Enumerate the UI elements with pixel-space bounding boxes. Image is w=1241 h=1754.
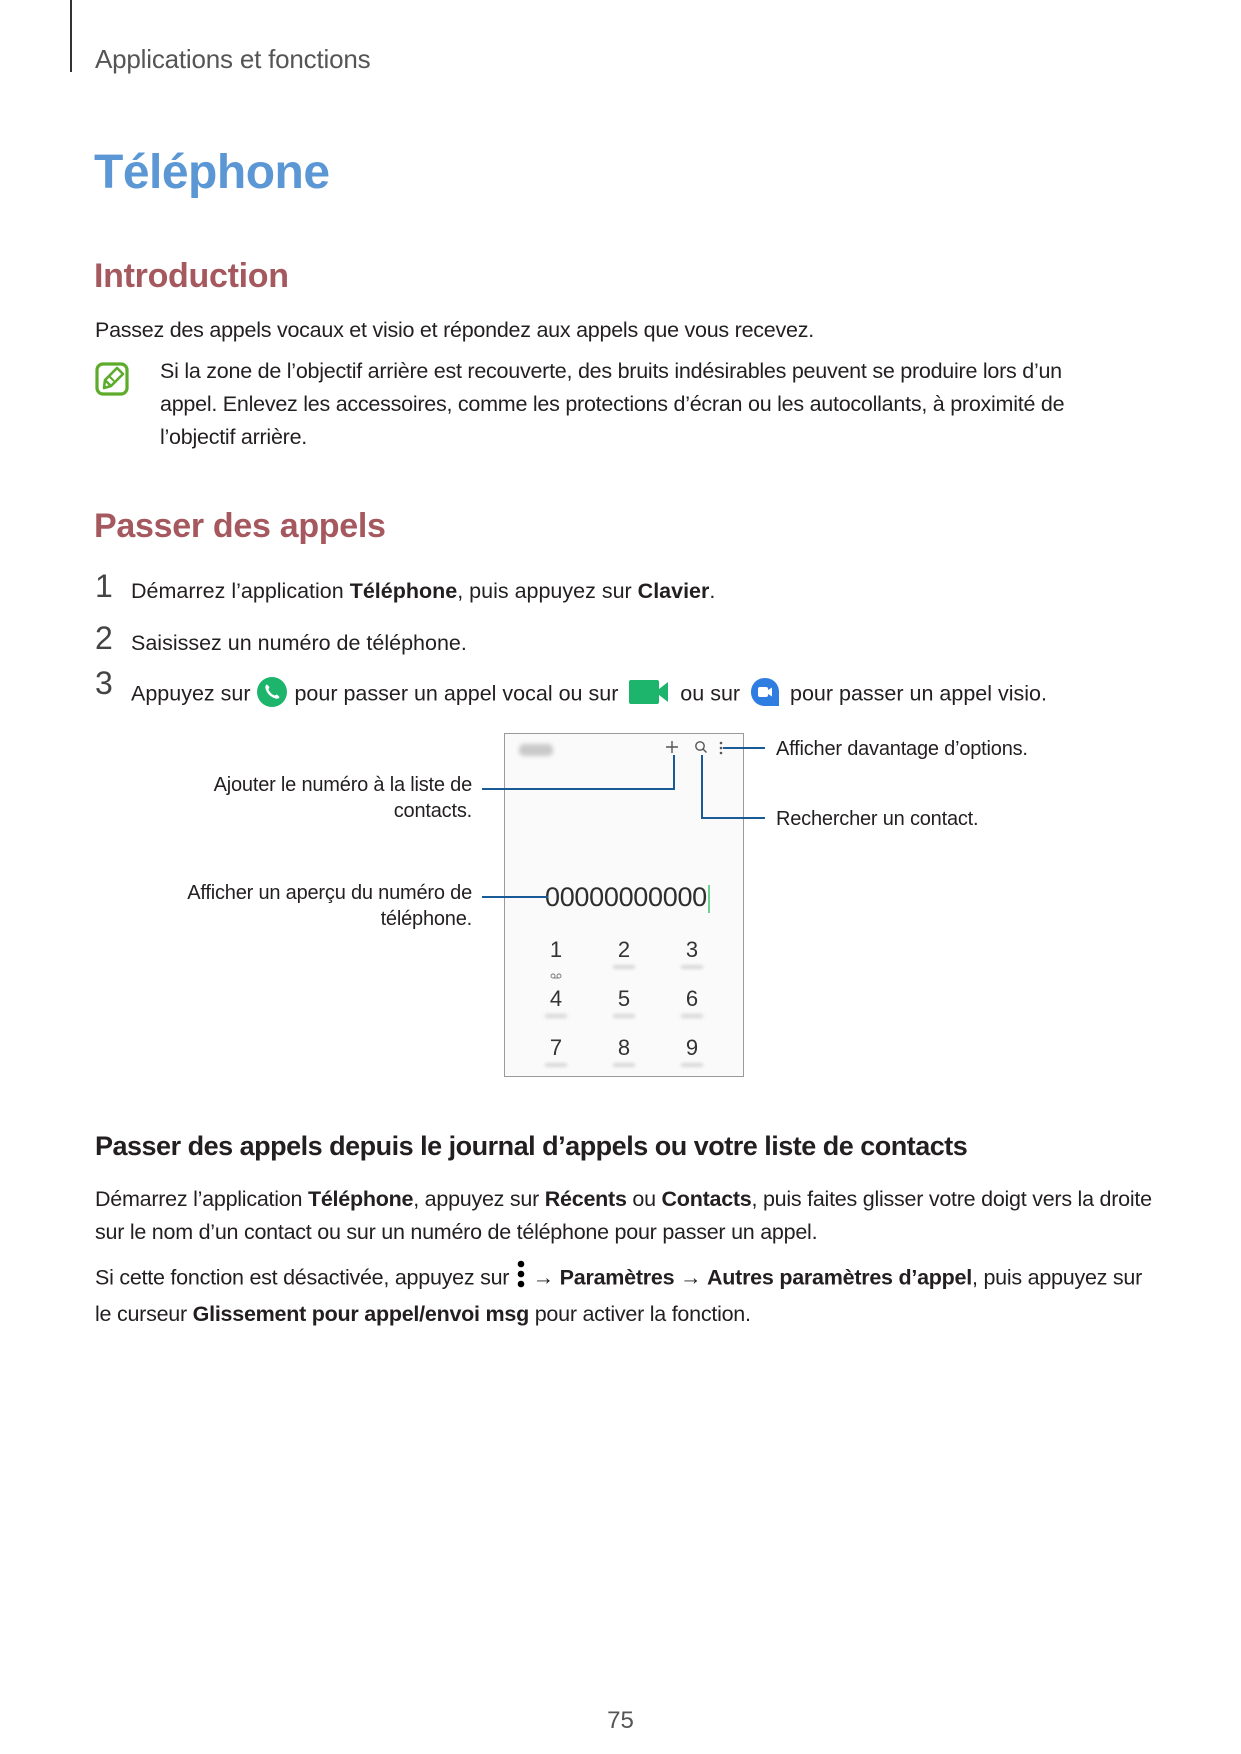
duo-video-icon — [750, 677, 780, 713]
step-1-text-part: . — [709, 579, 716, 603]
key-shadow — [545, 1014, 567, 1018]
key-6: 6 — [672, 986, 712, 1018]
step-3-text-part: pour passer un appel vocal ou sur — [288, 681, 625, 706]
step-2-number: 2 — [95, 620, 113, 656]
step-3-text-part: Appuyez sur — [131, 681, 257, 706]
introduction-heading: Introduction — [94, 257, 289, 295]
number-display: 00000000000 — [545, 882, 710, 913]
key-2-digit: 2 — [617, 937, 631, 962]
key-5: 5 — [604, 986, 644, 1018]
key-shadow — [681, 1063, 703, 1067]
passer-des-appels-heading: Passer des appels — [94, 507, 386, 545]
callout-preview-line2: téléphone. — [380, 908, 473, 930]
journal-section-heading: Passer des appels depuis le journal d’ap… — [95, 1131, 968, 1161]
key-9: 9 — [672, 1035, 712, 1067]
journal-paragraph-2: Si cette fonction est désactivée, appuye… — [95, 1260, 1155, 1331]
callout-preview-line1: Afficher un aperçu du numéro de — [187, 882, 472, 904]
step-1-text-part: , puis appuyez sur — [457, 579, 638, 603]
step-1-text-part: Démarrez l’application — [131, 579, 350, 603]
key-7-digit: 7 — [549, 1035, 563, 1060]
step-3-text: Appuyez sur pour passer un appel vocal o… — [131, 676, 1047, 714]
bold-recents: Récents — [544, 1187, 627, 1211]
phone-dialer-screenshot: 00000000000 1 2 3 4 5 6 7 8 9 — [504, 733, 744, 1077]
key-7: 7 — [536, 1035, 576, 1067]
key-shadow — [613, 965, 635, 969]
number-display-value: 00000000000 — [545, 882, 707, 912]
key-2: 2 — [604, 937, 644, 969]
add-icon — [665, 740, 679, 759]
key-shadow — [613, 1063, 635, 1067]
step-1-bold-clavier: Clavier — [637, 579, 710, 603]
key-3-digit: 3 — [685, 937, 699, 962]
key-shadow — [613, 1014, 635, 1018]
step-3-text-part: ou sur — [674, 681, 747, 706]
phone-app-title-blurred — [519, 744, 553, 756]
key-3: 3 — [672, 937, 712, 969]
callout-search-contact: Rechercher un contact. — [776, 808, 979, 830]
callout-line-add-vertical — [673, 755, 675, 790]
bold-glissement: Glissement pour appel/envoi msg — [192, 1302, 530, 1326]
key-4: 4 — [536, 986, 576, 1018]
text-part: ou — [626, 1187, 662, 1211]
key-9-digit: 9 — [685, 1035, 699, 1060]
introduction-paragraph: Passez des appels vocaux et visio et rép… — [95, 318, 814, 342]
journal-paragraph-1: Démarrez l’application Téléphone, appuye… — [95, 1183, 1155, 1249]
key-shadow — [681, 1014, 703, 1018]
text-part: , appuyez sur — [413, 1187, 545, 1211]
key-1: 1 — [536, 937, 576, 985]
section-header: Applications et fonctions — [95, 44, 371, 74]
callout-line-add-horizontal — [482, 788, 675, 790]
callout-add-contact-line1: Ajouter le numéro à la liste de — [213, 774, 473, 796]
key-5-digit: 5 — [617, 986, 631, 1011]
more-options-icon — [719, 741, 723, 760]
bold-autres-parametres: Autres paramètres d’appel — [707, 1265, 972, 1290]
text-part: Si cette fonction est désactivée, appuye… — [95, 1265, 515, 1290]
callout-line-search-vertical — [701, 755, 703, 818]
key-shadow — [545, 1063, 567, 1067]
key-8: 8 — [604, 1035, 644, 1067]
bold-telephone: Téléphone — [307, 1187, 414, 1211]
more-options-icon — [517, 1260, 525, 1298]
key-6-digit: 6 — [685, 986, 699, 1011]
video-call-icon — [628, 678, 670, 712]
page-title: Téléphone — [94, 146, 330, 199]
phone-call-icon — [256, 676, 288, 714]
callout-add-contact-line2: contacts. — [393, 800, 472, 822]
header-rule — [70, 0, 72, 72]
callout-line-more-options — [723, 747, 765, 749]
note-pencil-icon — [95, 362, 129, 396]
voicemail-icon — [536, 959, 576, 985]
step-1-bold-telephone: Téléphone — [349, 579, 458, 603]
step-3-number: 3 — [95, 665, 113, 701]
key-shadow — [681, 965, 703, 969]
key-4-digit: 4 — [549, 986, 563, 1011]
step-1-number: 1 — [95, 568, 113, 604]
callout-preview-number: Afficher un aperçu du numéro de téléphon… — [150, 880, 472, 932]
text-part: pour activer la fonction. — [528, 1302, 751, 1326]
page-number: 75 — [607, 1707, 634, 1734]
callout-line-search-horizontal — [701, 817, 765, 819]
text-part: Démarrez l’application — [95, 1187, 308, 1211]
step-2-text: Saisissez un numéro de téléphone. — [131, 631, 467, 655]
step-1-text: Démarrez l’application Téléphone, puis a… — [131, 579, 715, 604]
note-text: Si la zone de l’objectif arrière est rec… — [160, 359, 1065, 449]
bold-contacts: Contacts — [661, 1187, 752, 1211]
callout-add-contact: Ajouter le numéro à la liste de contacts… — [150, 772, 473, 824]
key-8-digit: 8 — [617, 1035, 631, 1060]
arrow: → — [674, 1265, 707, 1290]
text-cursor — [707, 884, 710, 913]
callout-line-preview — [482, 896, 548, 898]
callout-more-options: Afficher davantage d’options. — [776, 738, 1028, 760]
step-3-text-part: pour passer un appel visio. — [784, 681, 1047, 706]
arrow: → — [526, 1265, 560, 1290]
bold-parametres: Paramètres — [559, 1265, 675, 1290]
